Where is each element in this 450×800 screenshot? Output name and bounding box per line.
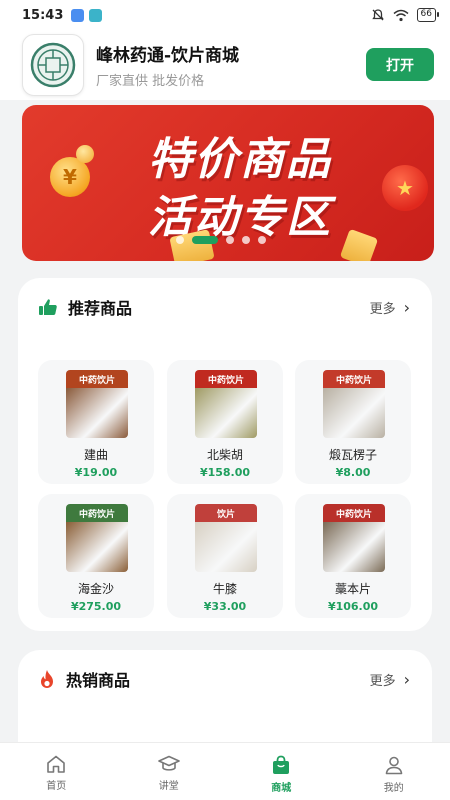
product-package-label: 中药饮片 [323,504,385,522]
product-package-label: 中药饮片 [66,370,128,388]
banner-dot[interactable] [192,236,218,244]
app-notification-icon [89,8,103,22]
product-image: 中药饮片 [195,370,257,438]
product-package-label: 饮片 [195,504,257,522]
product-image: 中药饮片 [66,504,128,572]
product-card[interactable]: 中药饮片建曲 ¥19.00 [38,360,154,484]
banner-dot[interactable] [226,236,234,244]
product-package-body [195,522,257,572]
nav-label: 我的 [383,783,404,794]
product-image: 中药饮片 [66,370,128,438]
chevron-right-icon: › [403,670,410,689]
graduation-cap-icon [157,755,180,771]
product-price: ¥158.00 [199,466,251,479]
app-logo [22,34,84,96]
banner-dot[interactable] [176,236,184,244]
banner-dot[interactable] [242,236,250,244]
app-header: 峰林药通-饮片商城 厂家直供 批发价格 打开 [0,30,450,100]
shopping-bag-icon [273,755,290,774]
nav-label: 首页 [46,781,67,792]
product-price: ¥33.00 [203,600,247,613]
product-name: 建曲 [83,448,108,462]
wifi-icon [393,9,409,21]
status-bar: 15:43 66 [0,0,450,30]
home-icon [47,755,66,773]
status-time: 15:43 [22,7,64,23]
product-image: 中药饮片 [323,504,385,572]
product-price: ¥106.00 [327,600,379,613]
app-name: 峰林药通-饮片商城 [96,46,240,66]
hot-more-link[interactable]: 更多 › [370,670,410,689]
product-package-label: 中药饮片 [66,504,128,522]
product-name: 藁本片 [334,582,371,596]
product-price: ¥19.00 [74,466,118,479]
open-app-button[interactable]: 打开 [366,48,434,81]
chevron-right-icon: › [403,298,410,317]
more-label: 更多 [369,302,396,317]
nav-item-mall[interactable]: 商城 [225,743,338,800]
product-package-body [66,388,128,438]
product-card[interactable]: 饮片牛膝 ¥33.00 [167,494,283,618]
product-image: 饮片 [195,504,257,572]
nav-item-lecture[interactable]: 讲堂 [113,743,226,800]
recommended-section: 推荐商品 更多 › 中药饮片 建曲 ¥19.00 中药饮片 北柴胡 ¥158.00 中药饮片… [18,278,432,631]
nav-label: 商城 [271,783,292,794]
product-package-label: 中药饮片 [323,370,385,388]
red-ball-icon: ★ [382,165,428,211]
status-icons: 66 [371,8,440,22]
product-name: 煅瓦楞子 [328,448,377,462]
hot-header: 热销商品 更多 › [38,664,412,694]
product-card[interactable]: 中药饮片煅瓦楞子 ¥8.00 [295,360,411,484]
product-package-body [66,522,128,572]
more-label: 更多 [369,674,396,689]
app-subtitle: 厂家直供 批发价格 [96,74,205,89]
product-name: 牛膝 [212,582,237,596]
user-icon [385,756,403,775]
product-card[interactable]: 中药饮片北柴胡 ¥158.00 [167,360,283,484]
product-image: 中药饮片 [323,370,385,438]
banner-dot[interactable] [258,236,266,244]
product-price: ¥275.00 [70,600,122,613]
product-package-label: 中药饮片 [195,370,257,388]
product-price: ¥8.00 [335,466,371,479]
product-package-body [323,388,385,438]
nav-item-home[interactable]: 首页 [0,743,113,800]
recommended-more-link[interactable]: 更多 › [370,298,410,317]
product-package-body [195,388,257,438]
hot-title: 热销商品 [66,671,131,690]
product-name: 北柴胡 [206,448,243,462]
product-package-body [323,522,385,572]
thumbs-up-icon [39,299,57,315]
product-card[interactable]: 中药饮片藁本片 ¥106.00 [295,494,411,618]
nav-label: 讲堂 [158,781,179,792]
logo-seal-icon [30,42,76,88]
app-notification-icon [71,8,85,22]
product-name: 海金沙 [77,582,114,596]
product-card[interactable]: 中药饮片海金沙 ¥275.00 [38,494,154,618]
banner-title-line1: 特价商品 [148,134,332,185]
nav-item-mine[interactable]: 我的 [338,743,450,800]
app-info: 峰林药通-饮片商城 厂家直供 批发价格 [96,41,239,89]
mute-icon [371,9,384,21]
battery-icon: 66 [416,8,440,22]
bottom-nav: 首页 讲堂 商城 我的 [0,742,450,800]
flame-icon [41,670,53,688]
banner-pagination[interactable] [176,236,266,244]
recommended-title: 推荐商品 [68,299,133,318]
recommended-header: 推荐商品 更多 › [38,292,412,322]
